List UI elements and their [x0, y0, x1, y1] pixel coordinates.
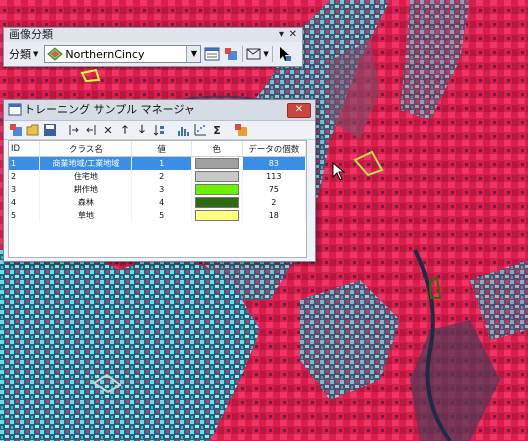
raster-layer-icon — [47, 46, 64, 62]
cell-class-name[interactable]: 商業地域/工業地域 — [39, 156, 133, 170]
cell-class-name[interactable]: 住宅地 — [39, 170, 133, 183]
manager-close-button[interactable]: ✕ — [287, 103, 311, 118]
open-folder-icon[interactable] — [25, 122, 41, 138]
merge-icon[interactable] — [66, 122, 82, 138]
classification-menu-label: 分類 — [9, 48, 31, 61]
chevron-down-icon[interactable]: ▼ — [263, 50, 268, 58]
cell-color[interactable] — [191, 209, 243, 222]
column-header-value[interactable]: 値 — [131, 141, 192, 157]
chevron-down-icon: ▼ — [33, 50, 39, 58]
split-icon[interactable] — [83, 122, 99, 138]
cell-class-name[interactable]: 耕作地 — [39, 183, 133, 196]
toolbar-separator — [168, 122, 174, 138]
reset-samples-icon[interactable] — [223, 46, 239, 62]
cell-color[interactable] — [191, 170, 243, 183]
create-signature-icon[interactable] — [233, 122, 249, 138]
layer-select-value: NorthernCincy — [65, 47, 145, 61]
training-sample-manager-icon[interactable] — [204, 46, 220, 62]
table-row[interactable]: 4 森林 4 2 — [9, 196, 307, 209]
color-swatch[interactable] — [194, 184, 239, 195]
scatterplot-icon[interactable] — [192, 122, 208, 138]
import-samples-icon[interactable] — [8, 122, 24, 138]
color-swatch[interactable] — [194, 171, 239, 182]
layer-select[interactable]: NorthernCincy ▼ — [44, 45, 202, 63]
training-sample-manager-window: トレーニング サンプル マネージャ ✕ ✕ 🡑 🡓 Σ ID クラス名 値 色 — [3, 99, 316, 262]
manager-titlebar[interactable]: トレーニング サンプル マネージャ ✕ — [4, 100, 315, 121]
cell-color[interactable] — [191, 156, 243, 170]
color-swatch[interactable] — [194, 210, 239, 221]
toolbar-separator — [271, 46, 273, 62]
toolbar-titlebar[interactable]: 画像分類 ▾ ✕ — [4, 28, 302, 42]
toolbar-options-icon[interactable]: ▾ — [279, 28, 284, 42]
sort-icon[interactable] — [151, 122, 167, 138]
toolbar-separator — [59, 122, 65, 138]
move-up-icon[interactable]: 🡑 — [117, 122, 133, 138]
table-row[interactable]: 1 商業地域/工業地域 1 83 — [9, 156, 307, 170]
manager-window-icon — [8, 103, 22, 124]
cell-id: 2 — [9, 170, 41, 183]
manager-toolbar: ✕ 🡑 🡓 Σ — [4, 121, 315, 140]
cell-value[interactable]: 2 — [131, 170, 192, 183]
image-classification-toolbar: 画像分類 ▾ ✕ 分類 ▼ NorthernCincy ▼ ▼ — [3, 27, 303, 67]
cell-class-name[interactable]: 草地 — [39, 209, 133, 222]
color-swatch[interactable] — [194, 197, 239, 208]
cell-count: 113 — [242, 170, 307, 183]
table-row[interactable]: 5 草地 5 18 — [9, 209, 307, 222]
table-header-row: ID クラス名 値 色 データの個数 — [9, 141, 307, 157]
table-row[interactable]: 3 耕作地 3 75 — [9, 183, 307, 196]
cell-value[interactable]: 4 — [131, 196, 192, 209]
column-header-id[interactable]: ID — [9, 141, 41, 157]
toolbar-separator — [242, 46, 244, 62]
cell-count: 75 — [242, 183, 307, 196]
toolbar-title: 画像分類 — [9, 28, 53, 41]
chevron-down-icon[interactable]: ▼ — [186, 46, 201, 62]
color-swatch[interactable] — [194, 158, 239, 169]
cell-color[interactable] — [191, 183, 243, 196]
cell-id: 4 — [9, 196, 41, 209]
training-samples-table: ID クラス名 値 色 データの個数 1 商業地域/工業地域 1 83 2 住宅… — [8, 140, 307, 258]
cell-value[interactable]: 1 — [131, 156, 192, 170]
column-header-class-name[interactable]: クラス名 — [39, 141, 133, 157]
move-down-icon[interactable]: 🡓 — [134, 122, 150, 138]
cell-count: 2 — [242, 196, 307, 209]
save-icon[interactable] — [42, 122, 58, 138]
toolbar-separator — [226, 122, 232, 138]
cell-id: 5 — [9, 209, 41, 222]
cell-color[interactable] — [191, 196, 243, 209]
manager-title: トレーニング サンプル マネージャ — [24, 103, 195, 116]
table-row[interactable]: 2 住宅地 2 113 — [9, 170, 307, 183]
delete-icon[interactable]: ✕ — [100, 122, 116, 138]
histogram-icon[interactable] — [175, 122, 191, 138]
cell-count: 83 — [242, 156, 307, 170]
column-header-count[interactable]: データの個数 — [242, 141, 307, 157]
draw-polygon-icon[interactable] — [246, 46, 262, 62]
cell-value[interactable]: 5 — [131, 209, 192, 222]
cell-value[interactable]: 3 — [131, 183, 192, 196]
cell-count: 18 — [242, 209, 307, 222]
cell-id: 1 — [9, 156, 41, 170]
classification-menu-button[interactable]: 分類 ▼ — [6, 44, 41, 64]
select-pointer-icon[interactable] — [276, 46, 292, 62]
cell-class-name[interactable]: 森林 — [39, 196, 133, 209]
toolbar-close-icon[interactable]: ✕ — [289, 28, 297, 42]
column-header-color[interactable]: 色 — [191, 141, 243, 157]
statistics-icon[interactable]: Σ — [209, 122, 225, 138]
cell-id: 3 — [9, 183, 41, 196]
